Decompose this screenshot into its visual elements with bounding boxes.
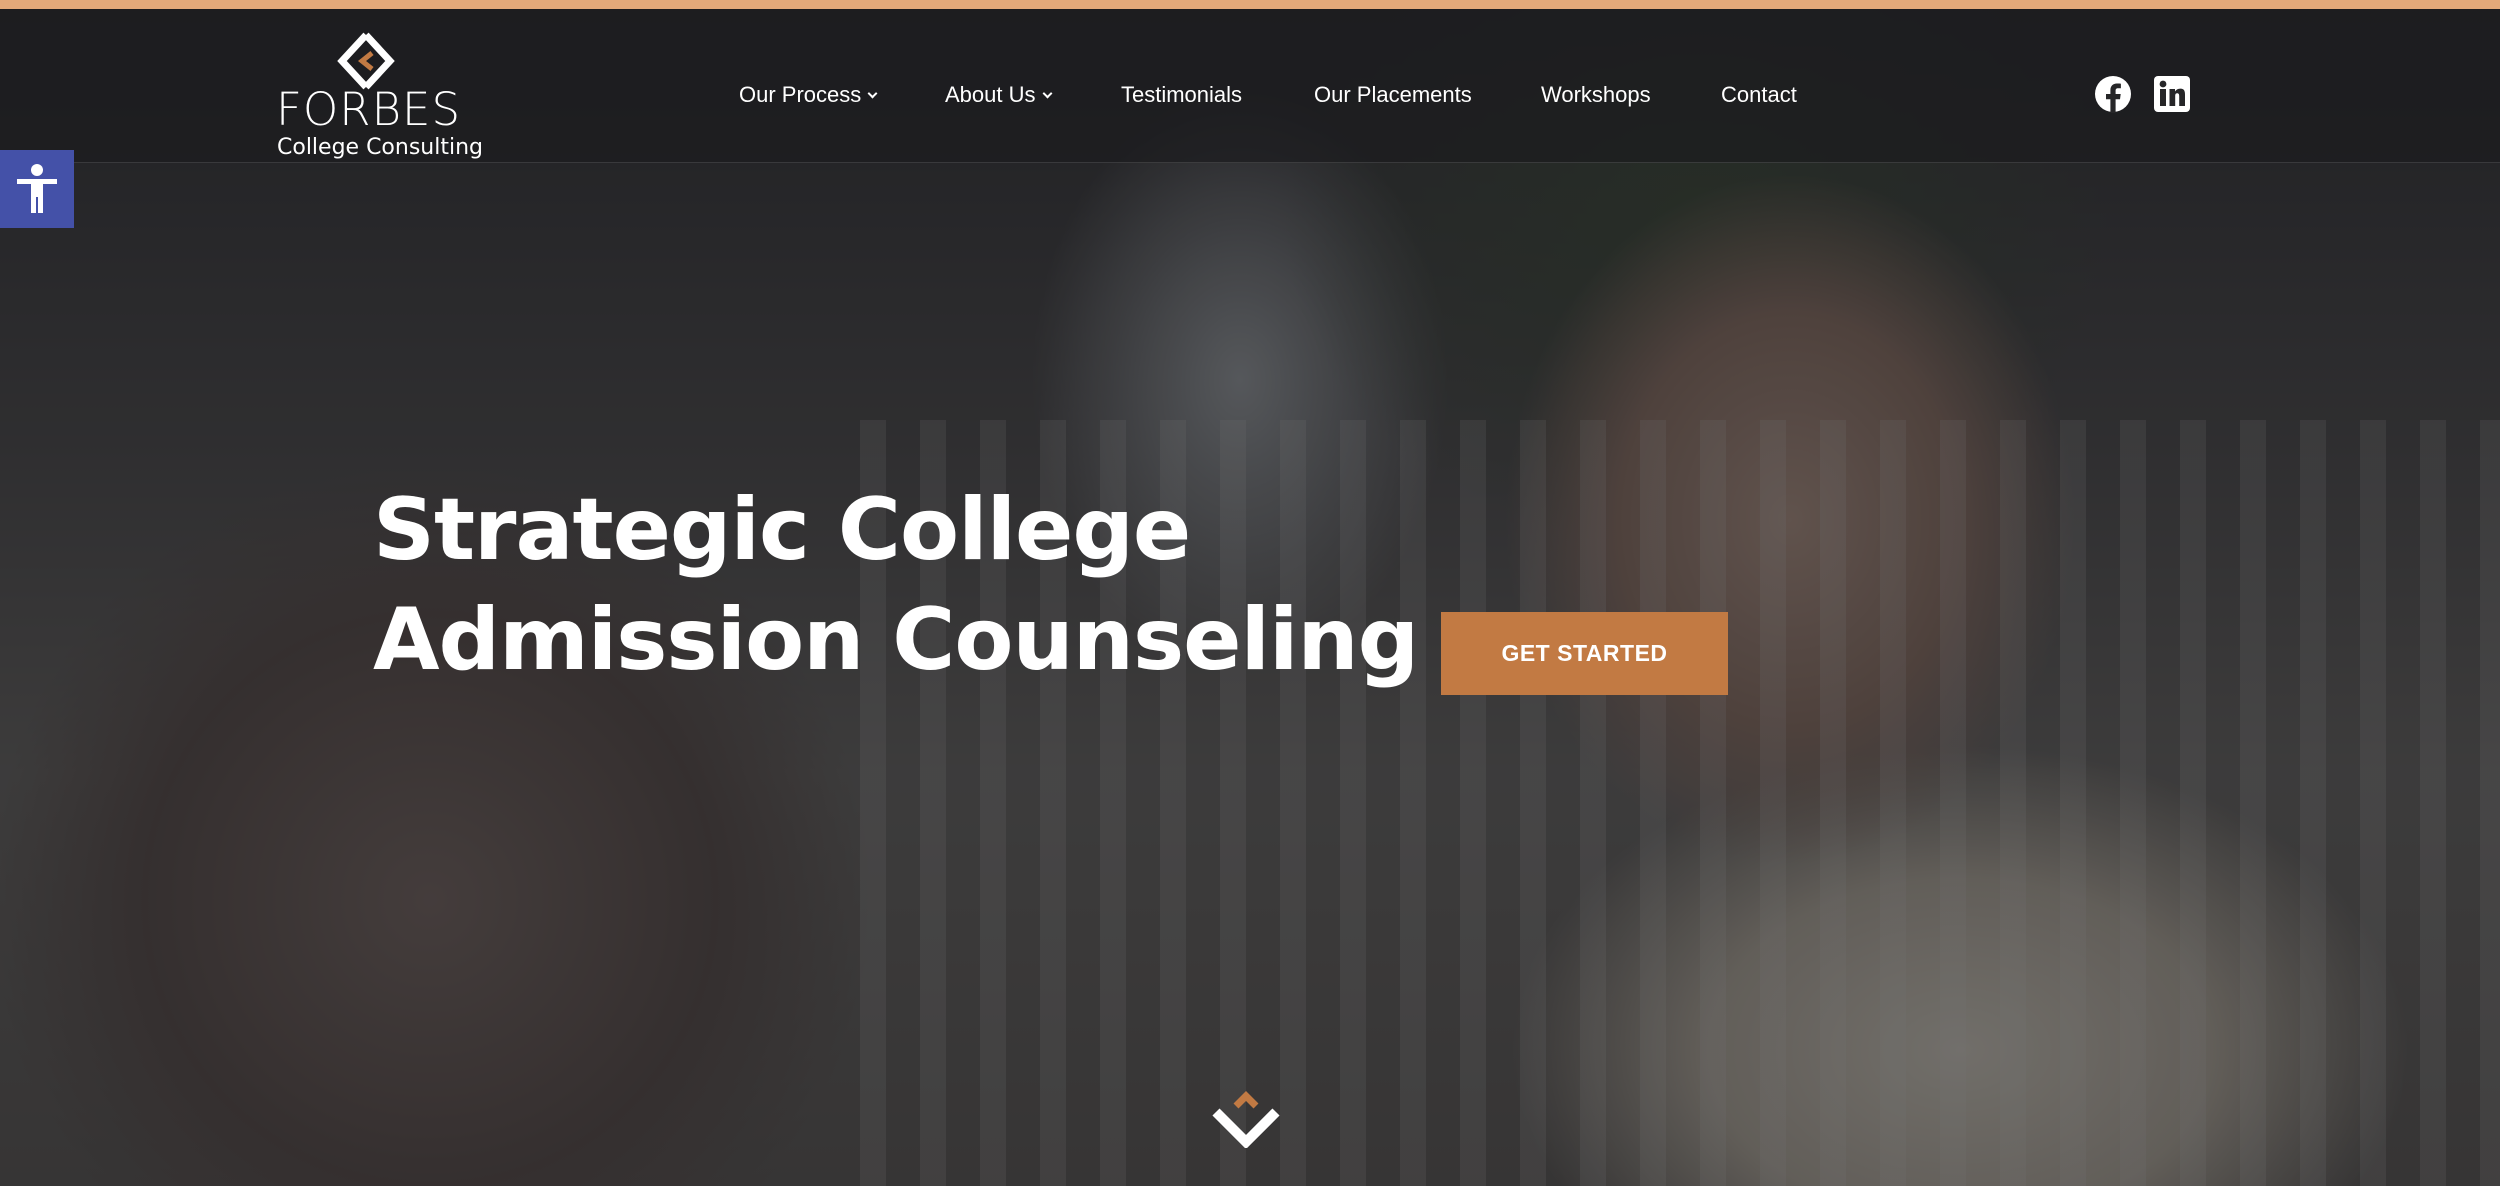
nav-item-label: Testimonials [1121,82,1243,107]
nav-item-label: Workshops [1541,82,1651,107]
chevron-down-icon [867,88,878,99]
accessibility-person-icon [17,164,57,213]
site-header: FORBES College Consulting Our Process Ab… [0,9,2500,163]
nav-item-workshops[interactable]: Workshops [1541,75,1651,115]
hero-title-line-1: Strategic College [373,480,1191,580]
site-logo[interactable]: FORBES College Consulting [268,25,483,160]
chevron-down-icon [1042,88,1052,99]
nav-item-label: About Us [945,82,1036,107]
get-started-button[interactable]: GET STARTED [1441,612,1728,695]
nav-item-our-process[interactable]: Our Process [739,75,878,115]
nav-item-contact[interactable]: Contact [1721,75,1797,115]
hero-title: Strategic College Admission Counseling [373,475,1419,695]
hero-title-line-2: Admission Counseling [373,590,1419,690]
nav-item-testimonials[interactable]: Testimonials [1121,75,1242,115]
page: FORBES College Consulting Our Process Ab… [0,0,2500,1190]
nav-item-label: Our Process [739,82,862,107]
nav-item-label: Contact [1721,82,1797,107]
logo-subtitle: College Consulting [277,135,484,160]
nav-item-about-us[interactable]: About Us [945,75,1052,115]
facebook-icon[interactable] [2094,75,2132,113]
nav-item-label: Our Placements [1314,82,1472,107]
logo-name: FORBES [276,83,462,136]
accessibility-toggle-button[interactable] [0,150,74,228]
scroll-down-chevron-icon[interactable] [1208,1088,1284,1148]
top-accent-bar [0,0,2500,9]
linkedin-icon[interactable] [2153,75,2191,113]
diamond-chevron-logo-icon [337,32,395,90]
nav-item-our-placements[interactable]: Our Placements [1314,75,1472,115]
hero-bottom-edge [0,1186,2500,1190]
